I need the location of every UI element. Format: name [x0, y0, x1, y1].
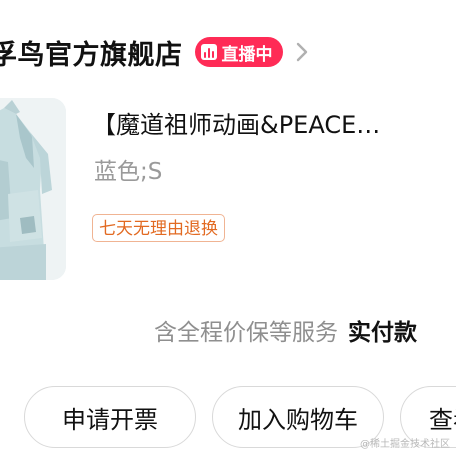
payment-label: 实付款 [348, 320, 417, 346]
chevron-right-icon[interactable] [293, 41, 311, 63]
add-to-cart-button[interactable]: 加入购物车 [212, 386, 384, 448]
live-badge-label: 直播中 [221, 44, 273, 65]
return-policy-tag: 七天无理由退换 [92, 214, 225, 242]
service-summary: 含全程价保等服务 实付款 [154, 314, 417, 346]
product-variant: 蓝色;S [94, 159, 163, 185]
request-invoice-button[interactable]: 申请开票 [24, 386, 196, 448]
service-text: 含全程价保等服务 [154, 320, 338, 346]
product-title[interactable]: 【魔道祖师动画&PEACE… [92, 110, 456, 140]
store-header[interactable]: 孚鸟官方旗舰店 直播中 [0, 30, 311, 74]
store-name[interactable]: 孚鸟官方旗舰店 [0, 33, 183, 72]
live-bars-icon [200, 44, 217, 60]
live-badge[interactable]: 直播中 [194, 37, 283, 67]
order-item-card: 孚鸟官方旗舰店 直播中 【魔道祖师动画&PEACE… 蓝色;S 七天无理由退换 … [0, 0, 456, 456]
product-photo [0, 98, 66, 280]
product-thumbnail[interactable] [0, 98, 66, 280]
watermark: @稀土掘金技术社区 [360, 439, 450, 450]
